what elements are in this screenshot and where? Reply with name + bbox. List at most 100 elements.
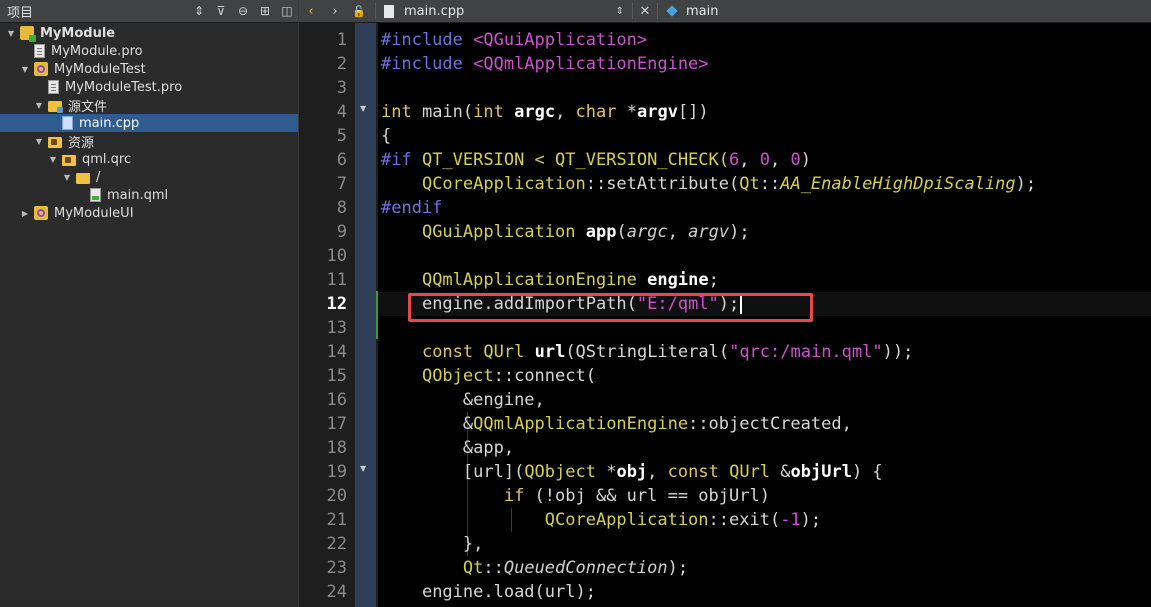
tree-item-sources[interactable]: ▼ 源文件 — [0, 96, 298, 115]
line-number: 5 — [336, 126, 347, 146]
subproject-icon — [34, 206, 48, 220]
line-number: 20 — [326, 486, 347, 506]
project-icon — [20, 26, 36, 42]
link-with-editor-icon[interactable]: ⊖ — [232, 0, 254, 22]
filter-icon[interactable]: ⊽ — [210, 0, 232, 22]
code-line-22: }, — [462, 534, 484, 554]
tree-item-mymoduleui[interactable]: ▶ MyModuleUI — [0, 204, 298, 222]
function-symbol-icon — [666, 5, 678, 17]
sources-folder-icon — [48, 100, 63, 113]
line-number: 16 — [326, 390, 347, 410]
line-number: 17 — [326, 414, 347, 434]
open-documents-combo[interactable]: main.cpp ⇕ — [380, 4, 628, 19]
tree-item-label: MyModule.pro — [51, 43, 143, 59]
line-number: 24 — [326, 582, 347, 602]
close-document-icon[interactable]: ✕ — [637, 0, 653, 22]
line-number: 12 — [326, 294, 347, 314]
code-line-4: int main(int argc, char *argv[]) — [381, 102, 709, 122]
code-line-17: &QQmlApplicationEngine::objectCreated, — [462, 414, 852, 434]
line-number: 3 — [336, 78, 347, 98]
qml-file-icon — [90, 188, 101, 202]
code-line-20: if (!obj && url == objUrl) — [503, 486, 770, 506]
project-panel: 项目 ⇕ ⊽ ⊖ ⊞ ◫ ▼ MyModule MyModule.pro ▼ M… — [0, 0, 299, 607]
line-number: 9 — [336, 222, 347, 242]
code-line-1: #include <QGuiApplication> — [381, 30, 648, 50]
cpp-file-icon — [62, 116, 73, 130]
code-line-11: QQmlApplicationEngine engine; — [421, 270, 719, 290]
line-number: 15 — [326, 366, 347, 386]
tree-item-mymoduletest[interactable]: ▼ MyModuleTest — [0, 60, 298, 78]
line-number: 21 — [326, 510, 347, 530]
annotation-highlight-box — [408, 293, 813, 322]
code-line-15: QObject::connect( — [421, 366, 596, 386]
toolbar-divider — [375, 3, 376, 19]
symbol-combo[interactable]: main — [666, 3, 719, 19]
line-number: 8 — [336, 198, 347, 218]
code-line-19: [url](QObject *obj, const QUrl &objUrl) … — [462, 462, 883, 482]
document-icon — [384, 4, 394, 18]
tree-item-root-folder[interactable]: ▼ / — [0, 168, 298, 186]
project-panel-header: 项目 ⇕ ⊽ ⊖ ⊞ ◫ — [0, 0, 298, 23]
code-line-21: QCoreApplication::exit(-1); — [544, 510, 822, 530]
tree-item-mymoduletest-pro[interactable]: MyModuleTest.pro — [0, 78, 298, 96]
fold-marker-strip[interactable]: ▼ ▼ — [355, 23, 376, 607]
tree-item-mymodule-pro[interactable]: MyModule.pro — [0, 42, 298, 60]
line-number: 22 — [326, 534, 347, 554]
back-icon[interactable]: ‹ — [299, 0, 323, 22]
expand-arrow-icon[interactable]: ▼ — [20, 65, 30, 74]
expand-arrow-icon[interactable]: ▼ — [34, 137, 44, 146]
tree-item-label: qml.qrc — [82, 151, 132, 167]
code-line-14: const QUrl url(QStringLiteral("qrc:/main… — [421, 342, 914, 362]
tree-item-label: MyModule — [40, 25, 116, 41]
tree-item-label: main.qml — [107, 187, 169, 203]
tree-item-label: MyModuleUI — [54, 205, 134, 221]
code-line-24: engine.load(url); — [421, 582, 596, 602]
line-number: 19 — [326, 462, 347, 482]
tree-item-label: main.cpp — [79, 115, 140, 131]
toolbar-divider — [632, 3, 633, 19]
code-line-16: &engine, — [462, 390, 545, 410]
tree-item-resources[interactable]: ▼ 资源 — [0, 132, 298, 151]
expand-arrow-icon[interactable]: ▼ — [34, 101, 44, 110]
line-number: 11 — [326, 270, 347, 290]
qrc-file-icon — [62, 154, 76, 166]
toolbar-divider — [657, 3, 658, 19]
line-number: 18 — [326, 438, 347, 458]
sort-updown-icon[interactable]: ⇕ — [188, 0, 210, 22]
current-symbol: main — [686, 3, 719, 19]
tree-item-label: MyModuleTest.pro — [65, 79, 183, 95]
expand-arrow-icon[interactable]: ▼ — [48, 155, 58, 164]
pro-file-icon — [34, 44, 45, 58]
tree-item-label: 资源 — [68, 135, 95, 151]
tree-item-qml-qrc[interactable]: ▼ qml.qrc — [0, 150, 298, 168]
folder-icon — [76, 172, 90, 184]
tree-item-mymodule[interactable]: ▼ MyModule — [0, 24, 298, 42]
tree-item-label: 源文件 — [68, 99, 108, 115]
line-number: 2 — [336, 54, 347, 74]
line-number: 6 — [336, 150, 347, 170]
pro-file-icon — [48, 80, 59, 94]
expand-arrow-icon[interactable]: ▼ — [6, 29, 16, 38]
tree-item-main-cpp[interactable]: main.cpp — [0, 114, 298, 132]
fold-arrow-icon[interactable]: ▼ — [360, 104, 366, 113]
close-sidebar-icon[interactable]: ◫ — [276, 0, 298, 22]
code-line-7: QCoreApplication::setAttribute(Qt::AA_En… — [421, 174, 1037, 194]
unlock-icon[interactable]: 🔓 — [347, 0, 371, 22]
forward-icon[interactable]: › — [323, 0, 347, 22]
project-panel-title: 项目 — [7, 5, 34, 21]
tree-item-main-qml[interactable]: main.qml — [0, 186, 298, 204]
fold-arrow-icon[interactable]: ▼ — [360, 464, 366, 473]
split-icon[interactable]: ⊞ — [254, 0, 276, 22]
resources-folder-icon — [48, 136, 62, 148]
collapsed-arrow-icon[interactable]: ▶ — [20, 209, 30, 218]
tree-item-label: / — [96, 169, 101, 185]
code-line-18: &app, — [462, 438, 515, 458]
line-number: 14 — [326, 342, 347, 362]
expand-arrow-icon[interactable]: ▼ — [62, 173, 72, 182]
code-line-2: #include <QQmlApplicationEngine> — [381, 54, 709, 74]
line-number-gutter[interactable]: 1 2 3 4 5 6 7 8 9 10 11 12 13 14 15 16 17 18 19 20 21 22 23 24 — [299, 23, 355, 607]
code-line-5: { — [381, 126, 392, 146]
code-line-8: #endif — [381, 198, 443, 218]
code-line-9: QGuiApplication app(argc, argv); — [421, 222, 750, 242]
line-number: 1 — [336, 30, 347, 50]
